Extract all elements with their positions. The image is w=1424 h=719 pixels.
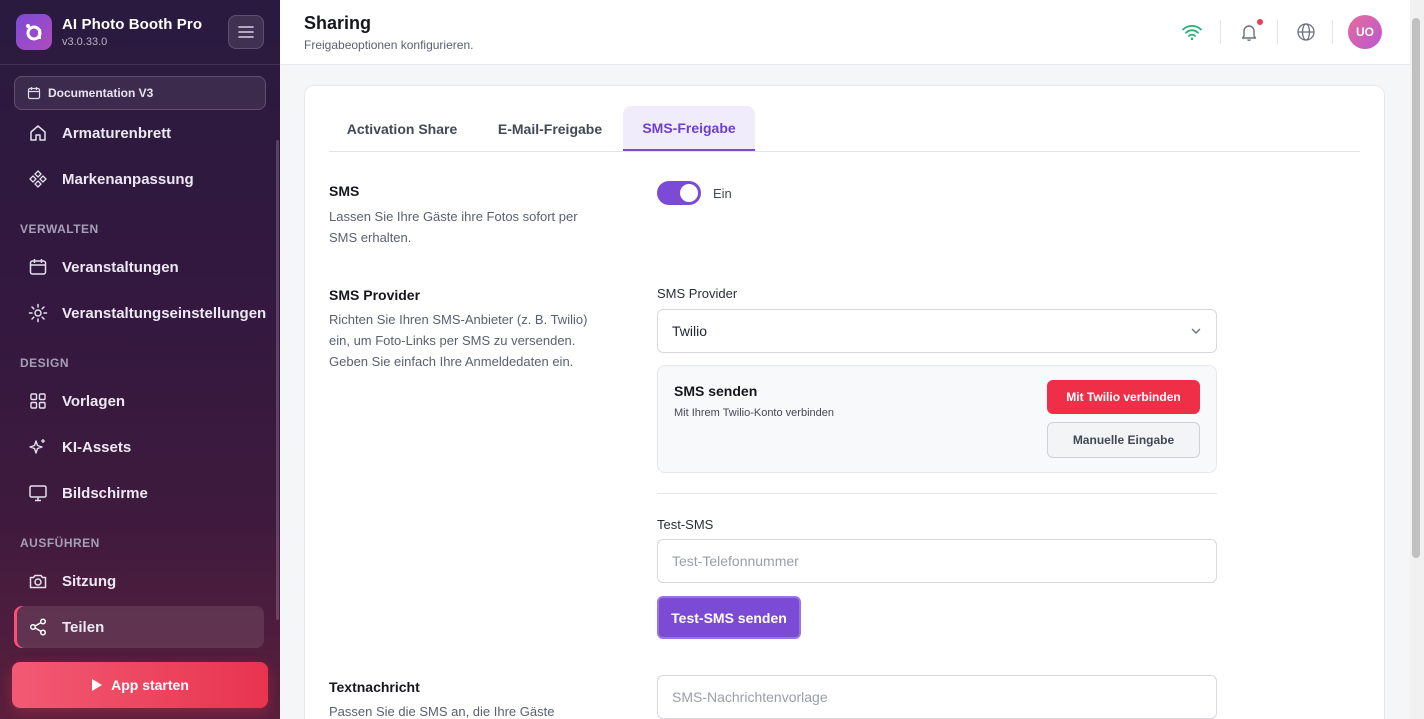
app-name: AI Photo Booth Pro (62, 16, 203, 33)
brand: AI Photo Booth Pro v3.0.33.0 (16, 14, 202, 50)
avatar[interactable]: UO (1348, 15, 1382, 49)
start-app-button[interactable]: App starten (12, 662, 268, 708)
app-version: v3.0.33.0 (62, 36, 108, 48)
sidebar-item-armaturenbrett[interactable]: Armaturenbrett (14, 112, 264, 154)
sms-section-description: Lassen Sie Ihre Gäste ihre Fotos sofort … (329, 209, 578, 245)
globe-icon[interactable] (1294, 20, 1318, 44)
sidebar-item-ki-assets[interactable]: KI-Assets (14, 426, 264, 468)
grid-icon (28, 391, 48, 411)
connect-twilio-button[interactable]: Mit Twilio verbinden (1047, 380, 1200, 414)
calendar-icon (28, 257, 48, 277)
play-icon (92, 679, 103, 691)
header-separator (1277, 20, 1278, 44)
notification-dot (1257, 19, 1263, 25)
sms-template-input[interactable] (657, 675, 1217, 719)
home-icon (28, 123, 48, 143)
camera-icon (28, 571, 48, 591)
section-label-design: DESIGN (20, 356, 70, 370)
monitor-icon (28, 483, 48, 503)
section-label-ausfuehren: AUSFÜHREN (20, 536, 100, 550)
provider-select-value: Twilio (672, 323, 708, 339)
chevron-down-icon (1191, 328, 1201, 334)
sidebar-item-label: Armaturenbrett (62, 124, 172, 142)
sms-toggle-label: Ein (713, 186, 732, 201)
divider (657, 493, 1217, 494)
sidebar-item-label: Veranstaltungen (62, 258, 179, 276)
share-icon (28, 617, 48, 637)
top-header: Sharing Freigabeoptionen konfigurieren. … (280, 0, 1410, 65)
sidebar-item-teilen[interactable]: Teilen (14, 606, 264, 648)
test-phone-input[interactable] (657, 539, 1217, 583)
test-sms-label: Test-SMS (657, 517, 714, 532)
sidebar-item-bildschirme[interactable]: Bildschirme (14, 472, 264, 514)
sidebar-item-label: Sitzung (62, 572, 117, 590)
provider-select[interactable]: Twilio (657, 309, 1217, 353)
sidebar-item-markenanpassung[interactable]: Markenanpassung (14, 158, 264, 200)
header-separator (1332, 20, 1333, 44)
sidebar-scrollbar[interactable] (276, 140, 279, 620)
sidebar: AI Photo Booth Pro v3.0.33.0 Documentati… (0, 0, 280, 719)
hamburger-icon (238, 26, 254, 38)
sidebar-item-label: Markenanpassung (62, 170, 194, 188)
sharing-tabs: Activation Share E-Mail-Freigabe SMS-Fre… (329, 106, 1360, 152)
header-separator (1220, 20, 1221, 44)
connect-box-subtitle: Mit Ihrem Twilio-Konto verbinden (674, 407, 834, 419)
calendar-icon (27, 87, 41, 100)
tab-sms-share[interactable]: SMS-Freigabe (623, 106, 755, 151)
sidebar-divider (0, 64, 280, 65)
main-scrollbar-thumb[interactable] (1412, 18, 1420, 558)
gear-icon (28, 303, 48, 323)
wifi-icon[interactable] (1180, 20, 1204, 44)
sidebar-item-sitzung[interactable]: Sitzung (14, 560, 264, 602)
sidebar-item-veranstaltungen[interactable]: Veranstaltungen (14, 246, 264, 288)
sms-section-title: SMS (329, 183, 360, 199)
connect-box-title: SMS senden (674, 383, 758, 399)
tab-activation-share[interactable]: Activation Share (329, 106, 475, 151)
page-subtitle: Freigabeoptionen konfigurieren. (304, 38, 474, 52)
provider-section-description: Richten Sie Ihren SMS-Anbieter (z. B. Tw… (329, 312, 588, 369)
start-app-label: App starten (111, 677, 189, 693)
provider-field-label: SMS Provider (657, 286, 738, 301)
toggle-knob (680, 184, 698, 202)
sms-toggle[interactable] (657, 181, 701, 205)
sparkles-icon (28, 437, 48, 457)
message-section-title: Textnachricht (329, 679, 420, 695)
send-test-sms-button[interactable]: Test-SMS senden (657, 596, 801, 639)
sidebar-item-label: Veranstaltungseinstellungen (62, 304, 267, 322)
provider-section-title: SMS Provider (329, 287, 421, 303)
sidebar-item-vorlagen[interactable]: Vorlagen (14, 380, 264, 422)
app-logo (16, 14, 52, 50)
sidebar-item-label: Teilen (62, 618, 105, 636)
section-label-verwalten: VERWALTEN (20, 222, 99, 236)
documentation-label: Documentation V3 (48, 86, 154, 100)
sidebar-item-veranstaltungseinstellungen[interactable]: Veranstaltungseinstellungen (14, 292, 267, 334)
sidebar-item-label: Bildschirme (62, 484, 148, 502)
documentation-button[interactable]: Documentation V3 (14, 76, 266, 110)
sidebar-item-label: KI-Assets (62, 438, 132, 456)
palette-icon (28, 169, 48, 189)
message-section-description: Passen Sie die SMS an, die Ihre Gäste (329, 704, 555, 719)
menu-toggle-button[interactable] (228, 15, 264, 49)
page-title: Sharing (304, 13, 372, 33)
sidebar-item-label: Vorlagen (62, 392, 126, 410)
manual-entry-button[interactable]: Manuelle Eingabe (1047, 422, 1200, 458)
tab-email-share[interactable]: E-Mail-Freigabe (477, 106, 623, 151)
